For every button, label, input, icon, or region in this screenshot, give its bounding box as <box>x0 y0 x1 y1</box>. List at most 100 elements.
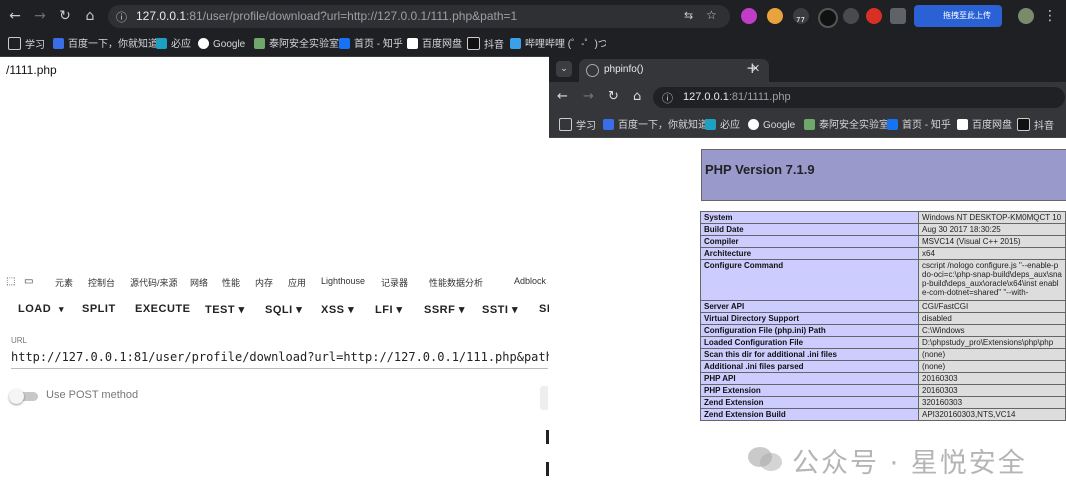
phpinfo-key: Compiler <box>700 235 919 248</box>
load-button[interactable]: LOAD <box>18 303 51 315</box>
bookmark-item[interactable]: 必应 <box>156 37 191 52</box>
phpinfo-row: PHP API 20160303 <box>700 372 1066 385</box>
home-icon[interactable]: ⌂ <box>81 7 99 25</box>
devtools-tab[interactable]: 记录器 <box>381 276 408 289</box>
bookmark-item[interactable]: 百度网盘 <box>407 37 462 52</box>
phpinfo-key: Architecture <box>700 247 919 260</box>
php-version-title: PHP Version 7.1.9 <box>705 162 815 177</box>
phpinfo-row: Zend Extension Build API320160303,NTS,VC1… <box>700 408 1066 421</box>
tab-phpinfo[interactable]: phpinfo() ✕ <box>579 59 769 82</box>
phpinfo-value: 20160303 <box>918 384 1066 397</box>
bookmark-item[interactable]: 百度一下，你就知道 <box>53 37 158 52</box>
hackbar-toolbar: LOAD ▾ SPLIT EXECUTE TEST ▾ SQLI ▾ XSS ▾… <box>0 298 550 320</box>
menu-kebab-icon[interactable]: ⋮ <box>1041 7 1059 25</box>
devtools-tab[interactable]: 网络 <box>190 276 208 289</box>
baidu-icon <box>603 119 614 130</box>
new-tab-icon[interactable]: + <box>746 59 759 77</box>
home-icon[interactable]: ⌂ <box>633 89 641 104</box>
bookmark-star-icon[interactable]: ☆ <box>706 8 717 22</box>
devtools-tab[interactable]: Lighthouse <box>321 276 365 286</box>
sqli-menu-button[interactable]: SQLI ▾ <box>265 303 302 316</box>
phpinfo-row: System Windows NT DESKTOP-KM0MQCT 10 <box>700 211 1066 224</box>
phpinfo-key: Server API <box>700 300 919 313</box>
ssti-menu-button[interactable]: SSTI ▾ <box>482 303 518 316</box>
address-bar[interactable]: ⓘ 127.0.0.1:81/user/profile/download?url… <box>108 5 730 28</box>
site-info-icon[interactable]: ⓘ <box>116 9 127 25</box>
bookmark-item[interactable]: 必应 <box>705 118 740 133</box>
bookmark-item[interactable]: 百度网盘 <box>957 118 1012 133</box>
phpinfo-key: PHP API <box>700 372 919 385</box>
lab-icon <box>254 38 265 49</box>
extension-face-icon[interactable] <box>767 8 783 24</box>
load-dropdown-icon[interactable]: ▾ <box>59 304 64 315</box>
devtools-tab[interactable]: 性能数据分析 <box>429 276 483 289</box>
bookmarks-bar: 学习 百度一下，你就知道 必应 Google 泰阿安全实验室 首页 - 知乎 百… <box>0 33 1066 57</box>
back-icon[interactable]: ← <box>557 89 568 104</box>
back-icon[interactable]: ← <box>6 7 24 25</box>
url-input[interactable]: http://127.0.0.1:81/user/profile/downloa… <box>11 350 567 364</box>
extension-search-icon[interactable] <box>741 8 757 24</box>
inspect-icon[interactable]: ⬚ <box>6 276 15 287</box>
bookmark-item[interactable]: 泰阿安全实验室 <box>804 118 889 133</box>
bookmark-item[interactable]: Google <box>198 37 245 52</box>
devtools-tab[interactable]: 性能 <box>222 276 240 289</box>
bookmark-item[interactable]: 哔哩哔哩 (゜-゜)つ... <box>510 37 606 52</box>
tab-title: phpinfo() <box>604 64 644 75</box>
phpinfo-row: Configure Command cscript /nologo configu… <box>700 259 1066 301</box>
devtools-tab[interactable]: Adblock <box>514 276 546 286</box>
phpinfo-row: Build Date Aug 30 2017 18:30:25 <box>700 223 1066 236</box>
forward-icon[interactable]: → <box>31 7 49 25</box>
extension-puzzle-icon[interactable] <box>843 8 859 24</box>
site-info-icon[interactable]: ⓘ <box>662 90 673 106</box>
bookmark-item[interactable]: 首页 - 知乎 <box>339 37 403 52</box>
forward-icon[interactable]: → <box>583 89 594 104</box>
device-toggle-icon[interactable]: ▭ <box>24 276 33 287</box>
url-host: 127.0.0.1 <box>136 9 187 23</box>
ssrf-label: SSRF <box>424 304 456 316</box>
phpinfo-value: Aug 30 2017 18:30:25 <box>918 223 1066 236</box>
bookmark-item[interactable]: 学习 <box>559 118 596 133</box>
lfi-menu-button[interactable]: LFI ▾ <box>375 303 403 316</box>
devtools-tab[interactable]: 内存 <box>255 276 273 289</box>
reload-icon[interactable]: ↻ <box>56 7 74 25</box>
ssrf-menu-button[interactable]: SSRF ▾ <box>424 303 465 316</box>
phpinfo-row: PHP Extension 20160303 <box>700 384 1066 397</box>
devtools-tab[interactable]: 控制台 <box>88 276 115 289</box>
baidu-icon <box>53 38 64 49</box>
phpinfo-key: Configure Command <box>700 259 919 301</box>
bookmark-item[interactable]: Google <box>748 118 795 133</box>
extensions-menu-icon[interactable] <box>890 8 906 24</box>
bookmark-item[interactable]: 首页 - 知乎 <box>887 118 951 133</box>
split-button[interactable]: SPLIT <box>82 303 116 315</box>
extension-abp-icon[interactable] <box>866 8 882 24</box>
post-method-toggle-knob[interactable] <box>9 389 24 404</box>
bookmark-item[interactable]: 学习 <box>8 37 45 52</box>
bookmark-item[interactable]: 抖音 <box>1017 118 1054 133</box>
extension-badge-icon[interactable]: 77 <box>793 8 809 24</box>
address-bar[interactable]: ⓘ 127.0.0.1:81/1111.php <box>653 87 1065 108</box>
upload-drop-button[interactable]: 拖拽至此上传 <box>914 5 1002 27</box>
bookmark-item[interactable]: 百度一下，你就知道 <box>603 118 708 133</box>
second-window-toolbar: ← → ↻ ⌂ ⓘ 127.0.0.1:81/1111.php <box>549 82 1066 113</box>
devtools-tab[interactable]: 应用 <box>288 276 306 289</box>
bookmark-item[interactable]: 泰阿安全实验室 <box>254 37 339 52</box>
test-menu-button[interactable]: TEST ▾ <box>205 303 245 316</box>
devtools-tab[interactable]: 源代码/来源 <box>130 276 178 289</box>
avatar[interactable] <box>1018 8 1034 24</box>
test-label: TEST <box>205 304 236 316</box>
zhihu-icon <box>887 119 898 130</box>
reload-icon[interactable]: ↻ <box>608 89 619 104</box>
url-field-label: URL <box>11 336 28 345</box>
second-window-tabbar: ⌄ phpinfo() ✕ + <box>549 56 1066 82</box>
side-handle[interactable] <box>540 386 548 410</box>
phpinfo-key: PHP Extension <box>700 384 919 397</box>
translate-icon[interactable]: ⇆ <box>684 9 693 22</box>
extension-dark-icon[interactable] <box>818 8 838 28</box>
devtools-tab[interactable]: 元素 <box>55 276 73 289</box>
ssti-label: SSTI <box>482 304 509 316</box>
xss-menu-button[interactable]: XSS ▾ <box>321 303 354 316</box>
tab-search-icon[interactable]: ⌄ <box>556 61 572 77</box>
bookmark-item[interactable]: 抖音 <box>467 37 504 52</box>
phpinfo-key: Loaded Configuration File <box>700 336 919 349</box>
execute-button[interactable]: EXECUTE <box>135 303 190 315</box>
